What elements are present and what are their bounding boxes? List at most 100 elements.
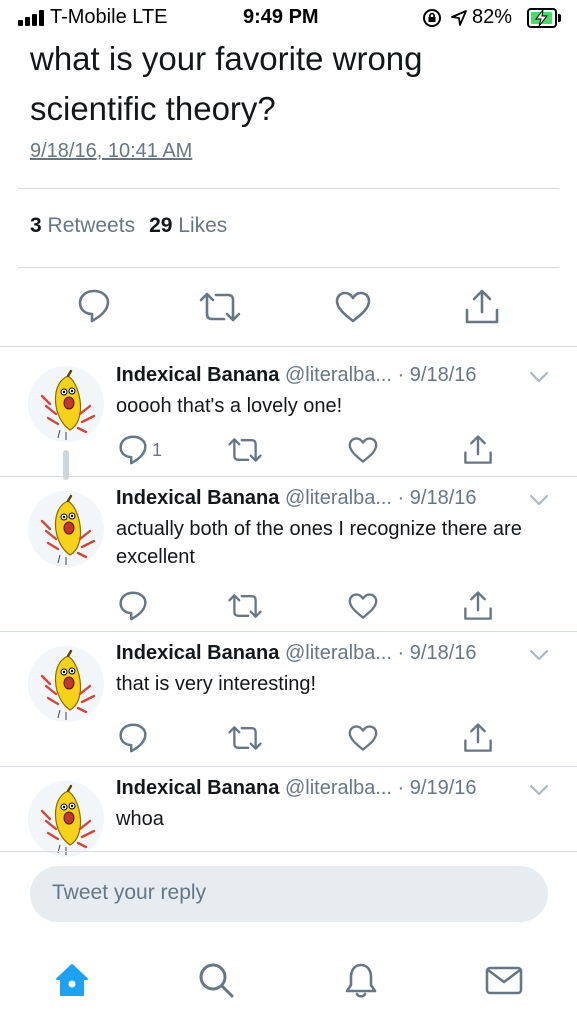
like-button[interactable] <box>347 436 379 464</box>
retweets-stat[interactable]: 3 Retweets <box>30 214 135 237</box>
carrier-label: T-Mobile LTE <box>50 6 168 28</box>
reply-count: 1 <box>152 439 163 460</box>
retweet-icon <box>199 292 241 322</box>
like-icon <box>348 593 378 619</box>
reply-button[interactable] <box>118 722 152 754</box>
messages-icon[interactable] <box>484 960 524 1000</box>
signal-icon <box>18 10 46 26</box>
reply-icon <box>119 435 147 465</box>
reply-date[interactable]: 9/18/16 <box>410 487 477 509</box>
share-icon <box>465 289 499 324</box>
status-bar: T-Mobile LTE 9:49 PM 82% <box>0 0 577 36</box>
retweets-label: Retweets <box>47 214 136 237</box>
author-name[interactable]: Indexical Banana <box>116 364 279 386</box>
charging-bolt-icon <box>534 10 549 26</box>
like-button[interactable] <box>334 290 372 324</box>
retweet-button[interactable] <box>198 290 242 324</box>
reply-icon <box>119 591 147 621</box>
notifications-icon[interactable] <box>341 960 381 1000</box>
share-button[interactable] <box>463 288 501 326</box>
avatar[interactable] <box>28 646 104 722</box>
reply-date[interactable]: 9/18/16 <box>410 364 477 386</box>
reply-tweet[interactable]: Indexical Banana @literalba... · 9/18/16… <box>0 346 577 480</box>
like-icon <box>348 437 378 463</box>
share-button[interactable] <box>462 434 494 466</box>
reply-button[interactable] <box>118 590 152 622</box>
retweet-button[interactable] <box>227 436 263 464</box>
like-button[interactable] <box>347 592 379 620</box>
author-handle[interactable]: @literalba... <box>285 642 392 664</box>
reply-tweet[interactable]: Indexical Banana @literalba... · 9/18/16… <box>0 477 577 632</box>
chevron-down-icon[interactable] <box>528 783 550 797</box>
reply-tweet[interactable]: Indexical Banana @literalba... · 9/19/16… <box>0 767 577 857</box>
separator-dot: · <box>397 487 405 509</box>
divider <box>0 851 577 852</box>
separator-dot: · <box>397 364 405 386</box>
avatar[interactable] <box>28 366 104 442</box>
reply-button[interactable] <box>77 288 111 324</box>
tweet-text: what is your favorite wrong scientific t… <box>30 40 423 127</box>
author-name[interactable]: Indexical Banana <box>116 777 279 799</box>
reply-icon <box>78 289 110 323</box>
share-icon <box>464 723 492 752</box>
retweet-icon <box>228 726 262 750</box>
like-button[interactable] <box>347 724 379 752</box>
reply-date[interactable]: 9/19/16 <box>410 777 477 799</box>
battery-percent: 82% <box>472 6 513 28</box>
retweets-count: 3 <box>30 214 42 237</box>
separator-dot: · <box>397 777 405 799</box>
bottom-nav <box>0 940 577 1024</box>
divider <box>18 267 559 268</box>
reply-date[interactable]: 9/18/16 <box>410 642 477 664</box>
tweet-timestamp[interactable]: 9/18/16, 10:41 AM <box>30 140 192 163</box>
likes-stat[interactable]: 29 Likes <box>149 214 227 237</box>
orientation-lock-icon <box>423 9 441 27</box>
retweet-icon <box>228 438 262 462</box>
banana-avatar-image <box>28 491 104 567</box>
reply-text: actually both of the ones I recognize th… <box>116 518 522 568</box>
like-icon <box>335 291 371 323</box>
likes-count: 29 <box>149 214 173 237</box>
avatar[interactable] <box>28 781 104 857</box>
separator-dot: · <box>397 642 405 664</box>
share-icon <box>464 435 492 464</box>
author-handle[interactable]: @literalba... <box>285 364 392 386</box>
search-icon[interactable] <box>196 960 236 1000</box>
share-button[interactable] <box>462 590 494 622</box>
reply-text: whoa <box>116 808 164 830</box>
reply-button[interactable]: 1 <box>118 434 162 466</box>
author-handle[interactable]: @literalba... <box>285 487 392 509</box>
tweet-stats: 3 Retweets 29 Likes <box>30 214 227 238</box>
reply-header: Indexical Banana @literalba... · 9/19/16 <box>116 777 477 800</box>
reply-tweet[interactable]: Indexical Banana @literalba... · 9/18/16… <box>0 632 577 767</box>
chevron-down-icon[interactable] <box>528 648 550 662</box>
battery-icon <box>527 8 557 28</box>
share-button[interactable] <box>462 722 494 754</box>
reply-text: that is very interesting! <box>116 673 317 695</box>
reply-icon <box>119 723 147 753</box>
battery-cap <box>558 14 561 22</box>
reply-text: ooooh that's a lovely one! <box>116 395 343 417</box>
chevron-down-icon[interactable] <box>528 493 550 507</box>
reply-header: Indexical Banana @literalba... · 9/18/16 <box>116 364 477 387</box>
chevron-down-icon[interactable] <box>528 370 550 384</box>
retweet-button[interactable] <box>227 724 263 752</box>
likes-label: Likes <box>178 214 228 237</box>
author-name[interactable]: Indexical Banana <box>116 642 279 664</box>
banana-avatar-image <box>28 366 104 442</box>
home-icon[interactable] <box>52 960 92 1000</box>
reply-header: Indexical Banana @literalba... · 9/18/16 <box>116 642 477 665</box>
banana-avatar-image <box>28 646 104 722</box>
retweet-button[interactable] <box>227 592 263 620</box>
banana-avatar-image <box>28 781 104 857</box>
reply-header: Indexical Banana @literalba... · 9/18/16 <box>116 487 477 510</box>
divider <box>18 188 559 189</box>
share-icon <box>464 591 492 620</box>
reply-input-placeholder: Tweet your reply <box>52 881 207 904</box>
retweet-icon <box>228 594 262 618</box>
author-name[interactable]: Indexical Banana <box>116 487 279 509</box>
author-handle[interactable]: @literalba... <box>285 777 392 799</box>
clock: 9:49 PM <box>243 6 319 28</box>
avatar[interactable] <box>28 491 104 567</box>
reply-input[interactable]: Tweet your reply <box>30 866 548 922</box>
